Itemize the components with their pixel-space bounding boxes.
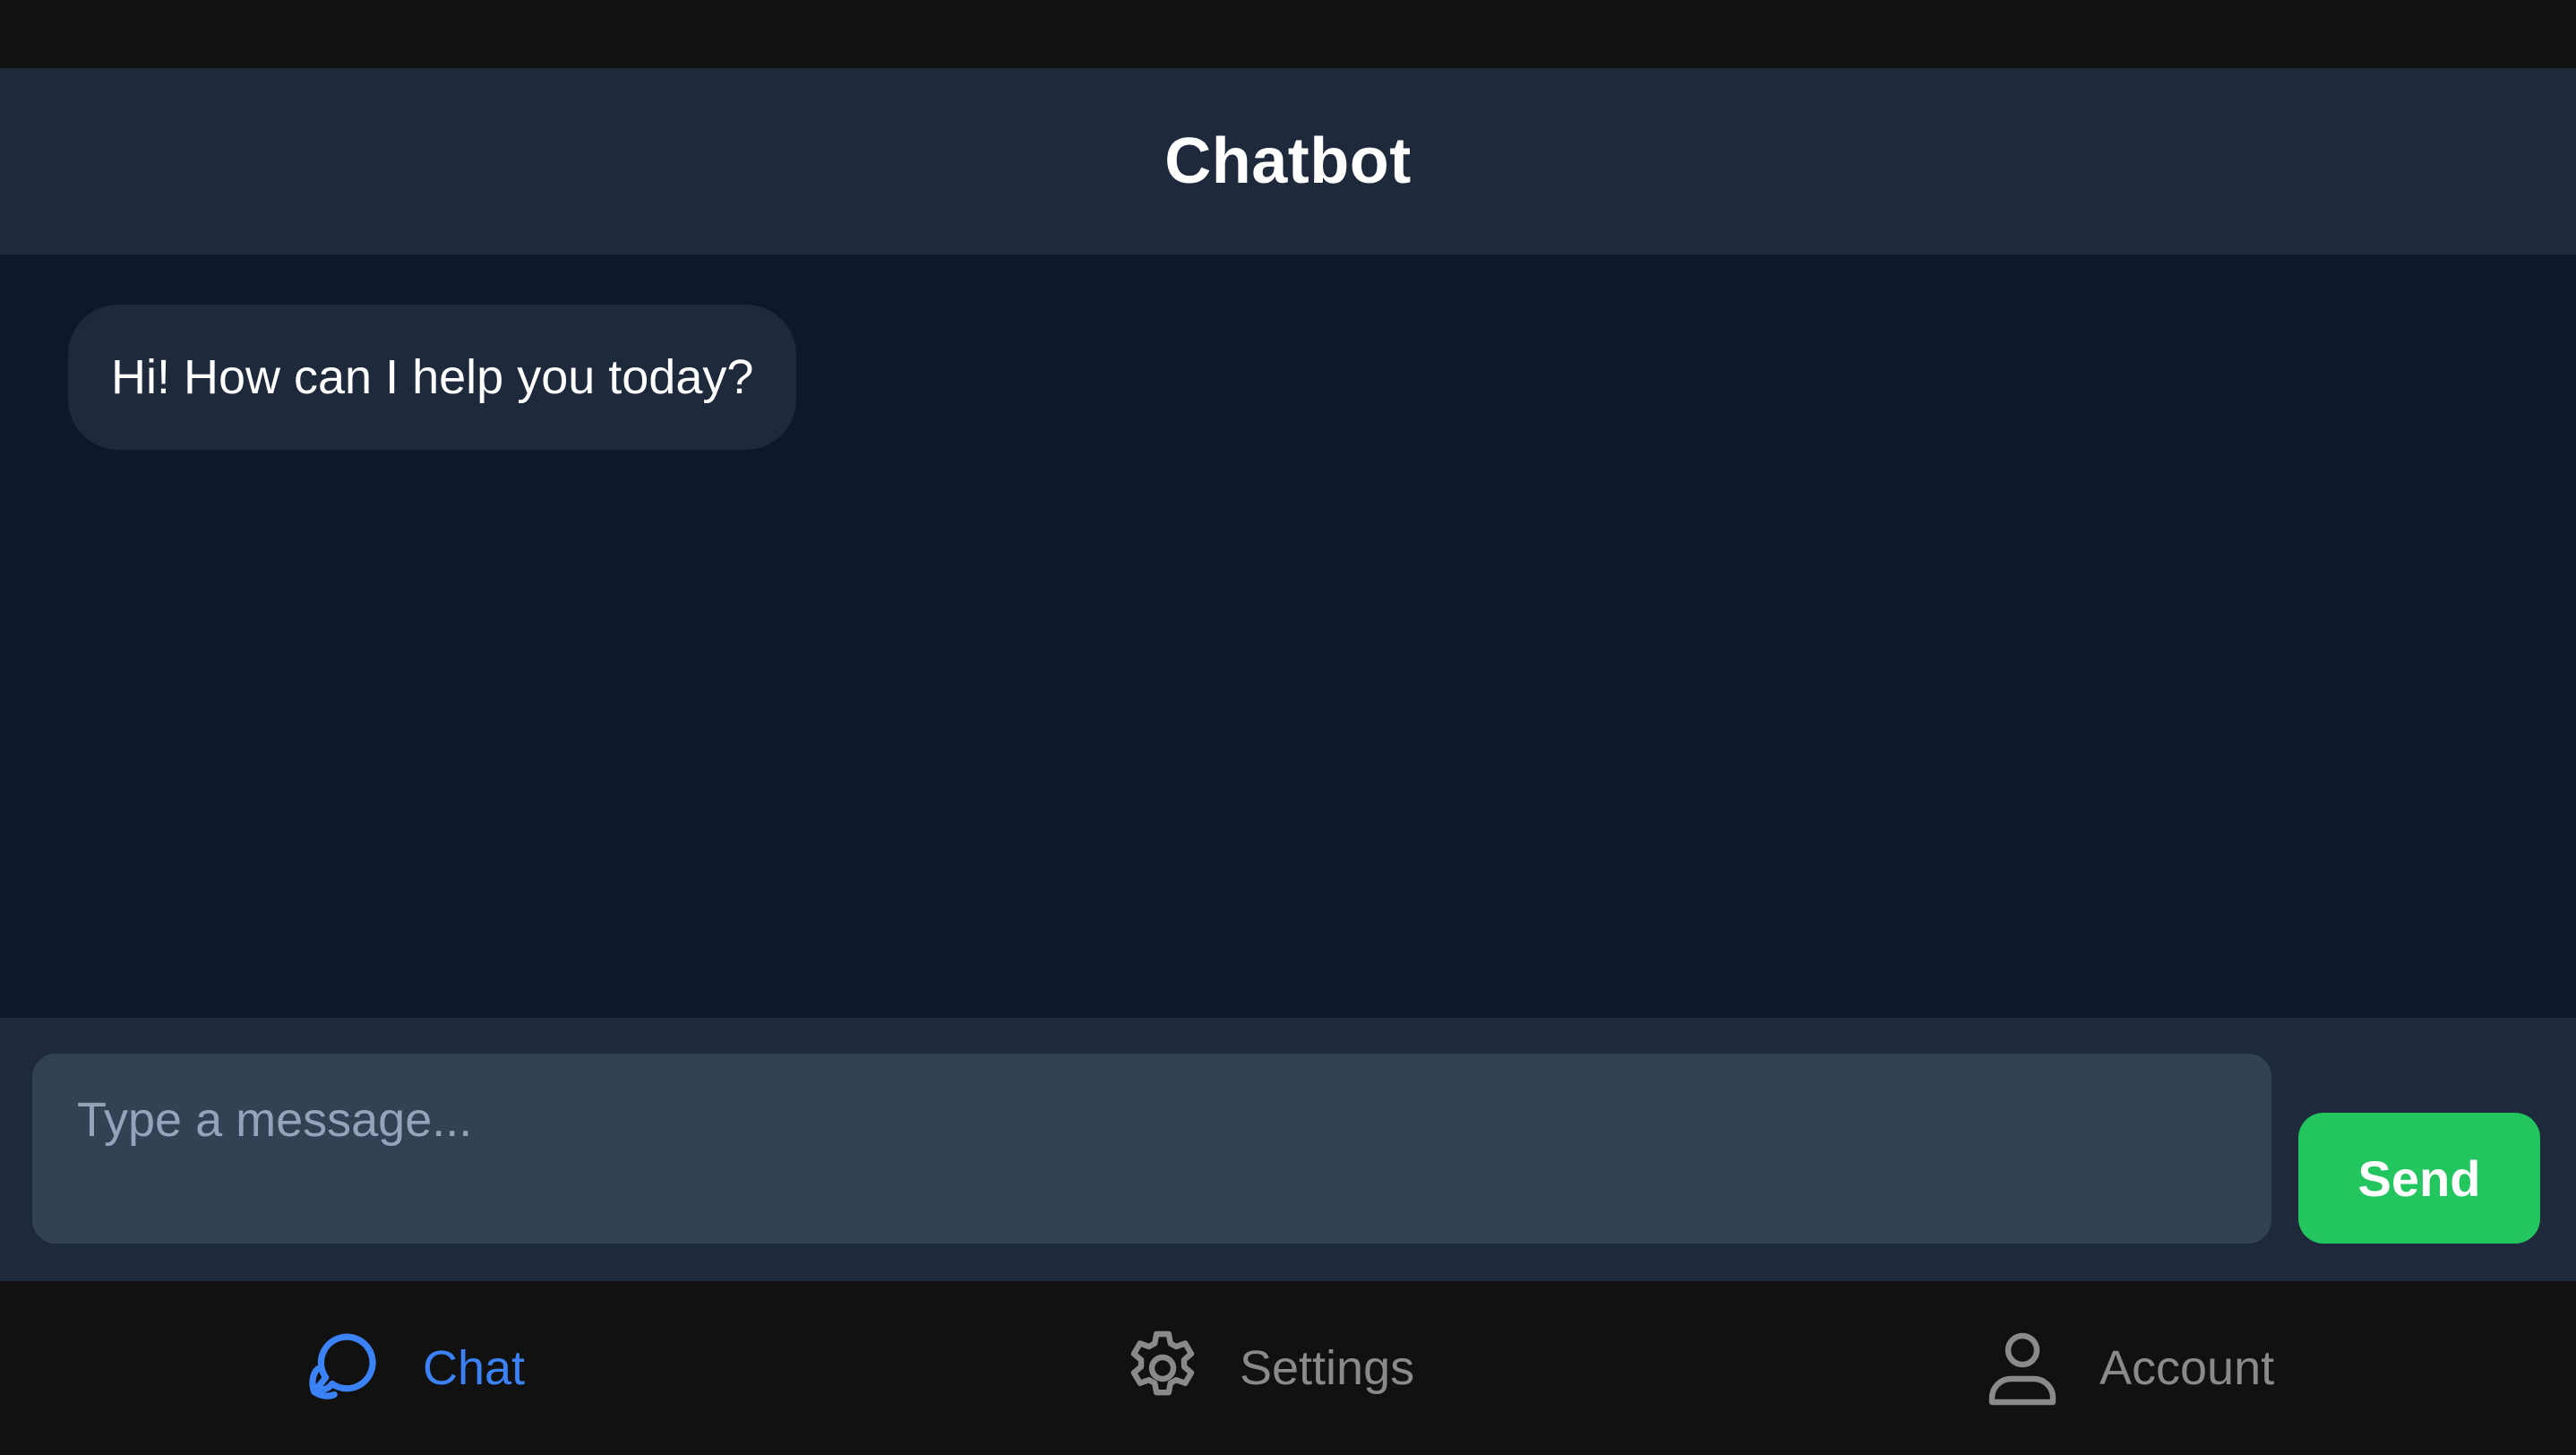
nav-item-account[interactable]: Account — [1979, 1281, 2274, 1455]
app-header: Chatbot — [0, 68, 2576, 254]
user-icon — [1988, 1332, 2057, 1406]
chatbot-app: Chatbot Hi! How can I help you today? Se… — [0, 0, 2576, 1455]
bot-message-bubble: Hi! How can I help you today? — [68, 305, 797, 450]
top-strip — [0, 0, 2576, 68]
message-composer: Send — [0, 1018, 2576, 1281]
nav-item-chat[interactable]: Chat — [303, 1281, 525, 1455]
chat-bubbles-icon — [309, 1333, 376, 1399]
gear-icon — [1130, 1330, 1195, 1396]
page-title: Chatbot — [1164, 125, 1412, 197]
nav-item-settings[interactable]: Settings — [1120, 1281, 1414, 1455]
message-input[interactable] — [32, 1054, 2271, 1244]
send-button[interactable]: Send — [2298, 1113, 2540, 1244]
nav-label-account: Account — [2099, 1341, 2275, 1395]
chat-messages-area[interactable]: Hi! How can I help you today? — [0, 254, 2576, 1018]
nav-label-settings: Settings — [1240, 1341, 1415, 1395]
nav-label-chat: Chat — [423, 1341, 526, 1395]
bottom-navigation: Chat Settings Account — [0, 1281, 2576, 1455]
bot-message-text: Hi! How can I help you today? — [111, 350, 754, 404]
